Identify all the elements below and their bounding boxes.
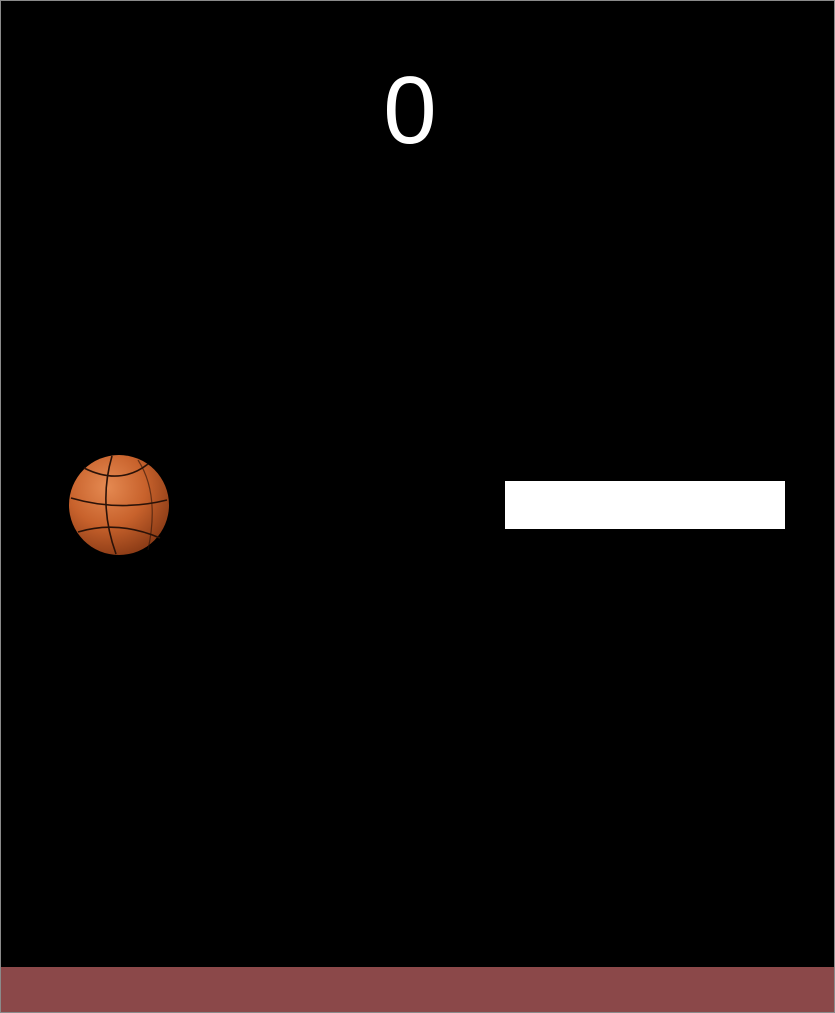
ground-floor xyxy=(1,967,834,1012)
paddle-platform xyxy=(505,481,785,529)
game-canvas[interactable]: 0 xyxy=(0,0,835,1013)
score-display: 0 xyxy=(383,57,437,164)
basketball-icon xyxy=(68,454,170,556)
